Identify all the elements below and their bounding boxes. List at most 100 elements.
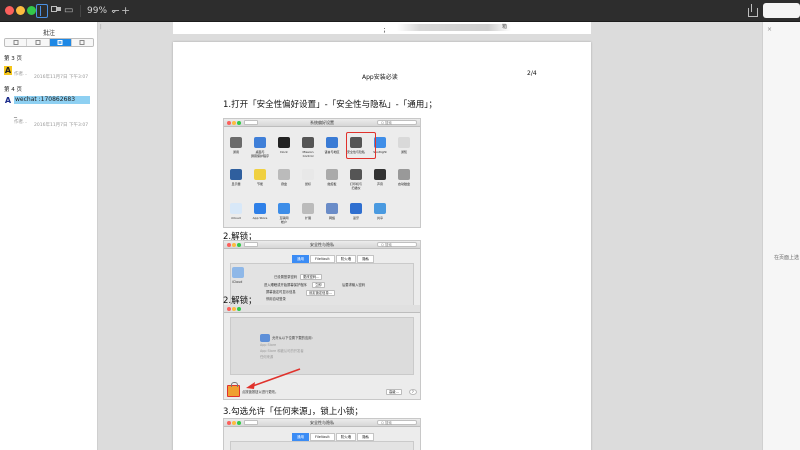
minimize-window-button[interactable] <box>16 6 25 15</box>
pref-icon <box>278 137 290 148</box>
screenshot-system-preferences: 系统偏好设置 Q 搜索 通用 桌面与 屏幕保护程序 Dock Mission Cont… <box>223 118 421 228</box>
sidebar-title: 批注 <box>42 30 55 37</box>
pref-label: 扩展 <box>304 216 311 220</box>
pref-label: iCloud <box>231 216 241 220</box>
close-icon[interactable]: × <box>767 26 772 33</box>
page-title: App安装必读 <box>362 74 398 81</box>
tab-outline[interactable] <box>27 39 50 46</box>
pref-label: 启动磁盘 <box>397 182 410 186</box>
redacted-text: 箱 <box>397 24 511 31</box>
pref-label: 键盘 <box>280 182 287 186</box>
page-view-icon[interactable]: ▭ <box>64 4 73 18</box>
screenshot-security-privacy-2: 安全性与隐私 Q 搜索 通用 FileVault 防火墙 隐私 <box>223 418 421 450</box>
require-password-select: 立即 <box>312 282 325 288</box>
text-annotation-icon[interactable]: A <box>4 96 12 105</box>
tab-filevault: FileVault <box>310 433 335 441</box>
tab-bookmarks[interactable] <box>71 39 93 46</box>
pref-label: 语言与地区 <box>324 150 340 154</box>
preview-window: ▭ 99% ⌄ − + 批注 第 3 页 A 作者… 2016年11月7日 下午… <box>0 0 800 450</box>
step-1-text: 1.打开「安全性偏好设置」-「安全性与隐私」-「通用」； <box>223 100 437 110</box>
pref-label: 节能 <box>256 182 263 186</box>
bookmarks-icon <box>79 40 85 45</box>
annotation-text: _ <box>14 111 17 118</box>
highlight-box <box>346 132 376 159</box>
screenshot-security-privacy: 安全性与隐私 Q 搜索 通用 FileVault 防火墙 隐私 iCloud 已… <box>223 240 421 400</box>
search-input[interactable] <box>763 3 800 18</box>
pref-icon <box>398 137 410 148</box>
close-window-button[interactable] <box>5 6 14 15</box>
zoom-in-button[interactable]: + <box>121 4 130 18</box>
pref-label: 通知 <box>400 150 407 154</box>
pref-label: 蓝牙 <box>352 216 359 220</box>
annotation-author: 作者… <box>14 72 28 77</box>
pref-icon <box>278 169 290 180</box>
thumbnails-view-icon[interactable] <box>51 4 61 18</box>
pref-label: 显示器 <box>231 182 241 186</box>
window-titlebar: 安全性与隐私 Q 搜索 <box>224 419 420 427</box>
icloud-icon <box>232 267 244 278</box>
annotation-highlight[interactable]: wechat :170862683 <box>14 96 90 104</box>
pref-icon <box>230 203 242 214</box>
tab-filevault: FileVault <box>310 255 335 263</box>
pref-label: 鼠标 <box>304 182 311 186</box>
help-button: ? <box>409 389 417 395</box>
pref-icon <box>398 169 410 180</box>
previous-page[interactable]: ； 箱 <box>173 22 591 34</box>
pref-icon <box>302 203 314 214</box>
require-password-label: 进入睡眠或开始屏幕保护程序 <box>264 283 307 287</box>
option-anywhere: 任何来源 <box>260 355 274 359</box>
pref-label: 共享 <box>376 216 383 220</box>
red-arrow-icon <box>246 368 301 389</box>
security-tabs: 通用 FileVault 防火墙 隐私 <box>292 433 375 441</box>
pref-label: 声音 <box>376 182 383 186</box>
login-password-label: 已设置登录密码 <box>274 275 298 279</box>
allow-from-label: 允许从以下位置下载的应用： <box>272 336 315 340</box>
pref-icon <box>278 203 290 214</box>
step-2-repeat-text: 2.解锁； <box>223 296 257 306</box>
pref-icon <box>254 169 266 180</box>
pref-icon <box>326 137 338 148</box>
show-message-option: 屏幕锁定时显示信息 <box>266 290 296 294</box>
outline-icon <box>35 40 41 45</box>
icloud-label: iCloud <box>232 280 243 284</box>
share-icon[interactable] <box>747 4 758 18</box>
overlay-window-titlebar <box>224 305 420 313</box>
tab-firewall: 防火墙 <box>335 255 357 263</box>
ruler-mark: | <box>100 24 102 30</box>
section-page-4: 第 4 页 <box>4 87 22 93</box>
pref-label: 互联网 帐户 <box>279 216 289 224</box>
pref-label: 触控板 <box>327 182 337 186</box>
pref-icon <box>230 169 242 180</box>
tab-privacy: 隐私 <box>357 433 375 441</box>
tab-general: 通用 <box>292 433 309 441</box>
pref-icon <box>302 137 314 148</box>
pref-label: App Store <box>252 216 268 220</box>
window-titlebar: 安全性与隐私 Q 搜索 <box>224 241 420 249</box>
pref-icon <box>326 203 338 214</box>
sidebar-tabs <box>4 38 94 47</box>
zoom-out-button[interactable]: − <box>111 4 120 18</box>
inspector-hint: 在页面上选 <box>774 255 800 261</box>
pref-label: 桌面与 屏幕保护程序 <box>250 150 269 158</box>
tab-thumbnails[interactable] <box>5 39 28 46</box>
text-annotation-icon[interactable]: A <box>4 66 12 75</box>
pref-label: Mission Control <box>302 150 314 158</box>
annotation-date: 2016年11月7日 下午3:07 <box>34 75 89 80</box>
step-3-text: 3.勾选允许「任何来源」，锁上小锁； <box>223 407 363 417</box>
zoom-window-button[interactable] <box>27 6 36 15</box>
pref-icon <box>374 203 386 214</box>
security-tabs: 通用 FileVault 防火墙 隐私 <box>292 255 375 263</box>
window-search: Q 搜索 <box>377 242 417 247</box>
pref-icon <box>374 169 386 180</box>
disable-auto-login-option: 停用自动登录 <box>266 297 286 301</box>
window-titlebar: 系统偏好设置 Q 搜索 <box>224 119 420 127</box>
inspector-panel: × 在页面上选 <box>762 22 800 450</box>
require-password-suffix: 后要求输入密码 <box>342 283 366 287</box>
toolbar: ▭ 99% ⌄ − + <box>0 0 800 22</box>
pref-icon <box>254 203 266 214</box>
tab-annotations[interactable] <box>49 39 72 46</box>
sidebar-toggle-icon[interactable] <box>36 4 48 18</box>
window-search: Q 搜索 <box>377 120 417 125</box>
set-lock-message-button: 设定锁定信息… <box>306 290 336 296</box>
annotation-author: 作者… <box>14 120 28 125</box>
